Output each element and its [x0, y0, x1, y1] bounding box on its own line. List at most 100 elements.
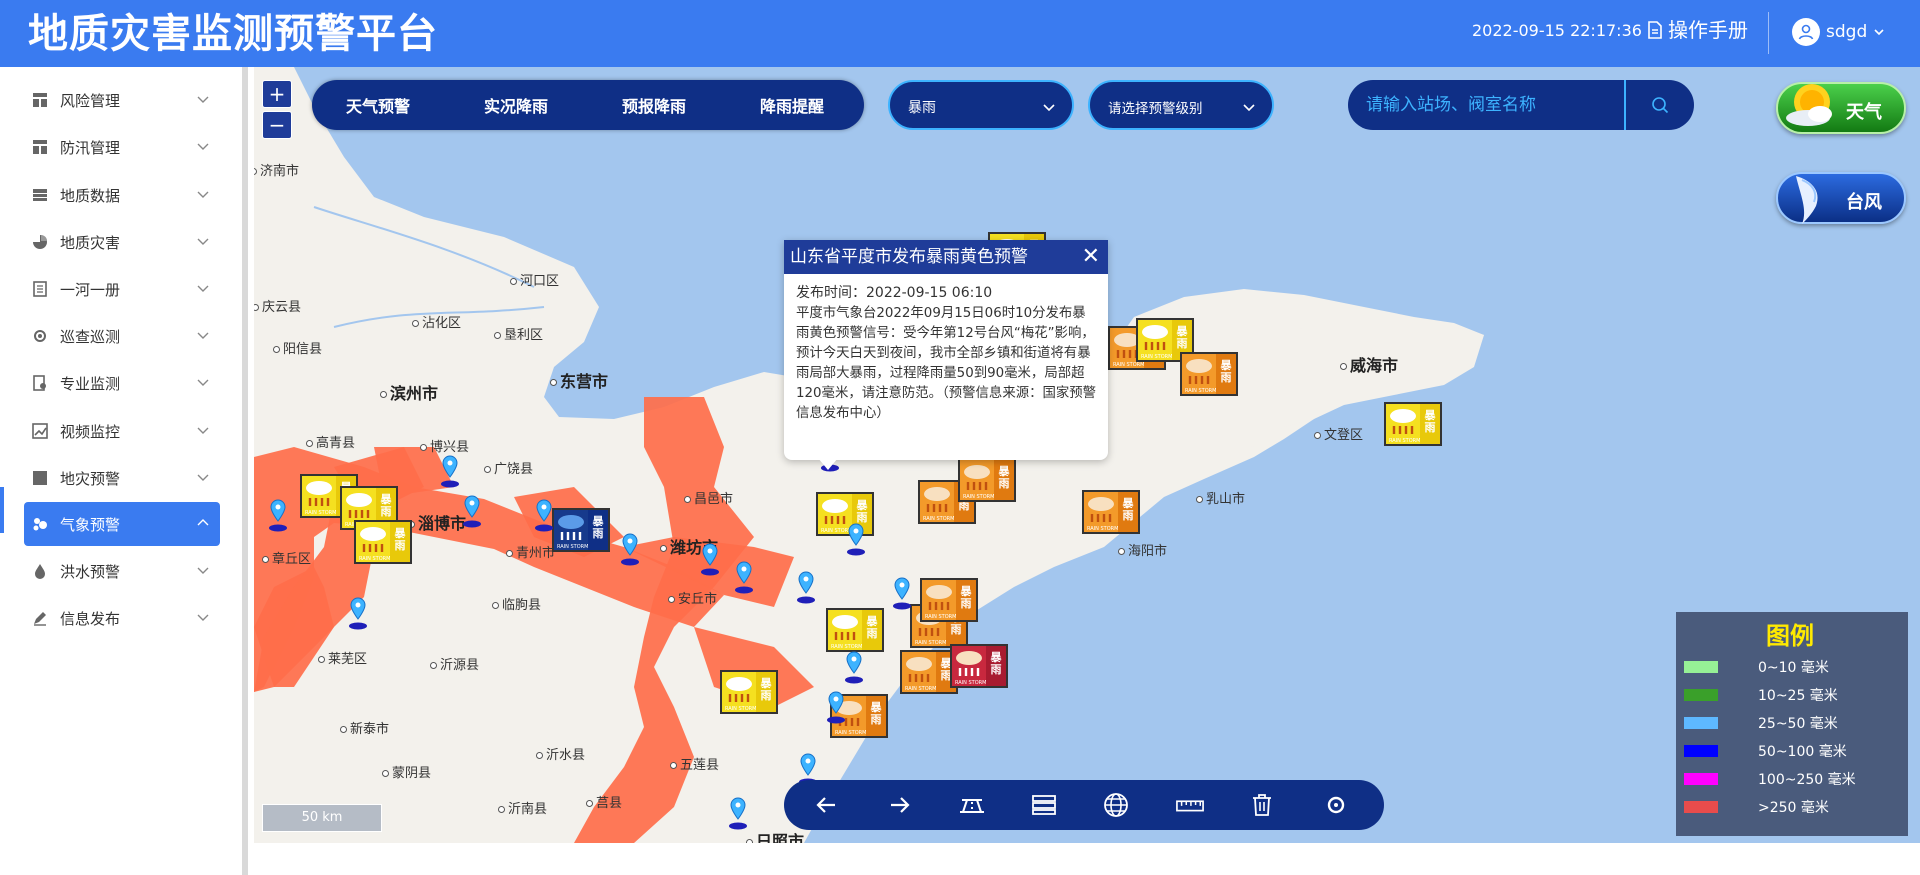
ruler-icon[interactable] [1176, 792, 1204, 818]
map-label-text: 威海市 [1350, 356, 1399, 375]
map-label: 垦利区 [494, 324, 543, 343]
city-dot-icon [340, 726, 347, 733]
tab-observed-rain[interactable]: 实况降雨 [484, 93, 548, 117]
current-datetime: 2022-09-15 22:17:36 [1472, 21, 1642, 40]
tab-weather-warning[interactable]: 天气预警 [346, 93, 410, 117]
sidebar-item-7[interactable]: 专业监测 [24, 361, 220, 405]
map-label: 莱芜区 [318, 648, 367, 667]
sidebar-item-11[interactable]: 洪水预警 [24, 549, 220, 593]
location-pin-icon[interactable] [796, 570, 816, 604]
sidebar-item-3[interactable]: 地质数据 [24, 173, 220, 217]
warning-type-select[interactable]: 暴雨 [888, 80, 1074, 130]
legend-label: 50~100 毫米 [1758, 744, 1847, 760]
chevron-down-icon [197, 332, 209, 339]
warning-level-placeholder: 请选择预警级别 [1108, 101, 1203, 117]
map-label-text: 阳信县 [283, 342, 323, 357]
warning-type-text: 暴雨 [1118, 492, 1138, 532]
svg-text:RAIN STORM: RAIN STORM [963, 494, 994, 500]
layers-icon[interactable] [1030, 792, 1058, 818]
svg-text:RAIN STORM: RAIN STORM [557, 544, 588, 550]
rainstorm-warning-icon[interactable]: RAIN STORM暴雨 [720, 670, 778, 714]
city-dot-icon [492, 602, 499, 609]
sidebar-item-label: 地灾预警 [60, 469, 121, 488]
sidebar-item-10[interactable]: 气象预警 [24, 502, 220, 546]
rainstorm-warning-icon[interactable]: RAIN STORM暴雨 [354, 520, 412, 564]
zoom-out-button[interactable]: − [262, 111, 292, 139]
rainstorm-warning-icon[interactable]: RAIN STORM暴雨 [1180, 352, 1238, 396]
map-label-text: 河口区 [520, 274, 560, 289]
map-label: 海阳市 [1118, 540, 1167, 559]
warning-level-select[interactable]: 请选择预警级别 [1088, 80, 1274, 130]
monitor-icon [32, 375, 48, 391]
typhoon-button[interactable]: 台风 [1776, 172, 1906, 224]
sidebar-item-1[interactable]: 风险管理 [24, 78, 220, 122]
map-label-text: 章丘区 [272, 552, 312, 567]
rainstorm-warning-icon[interactable]: RAIN STORM暴雨 [1384, 402, 1442, 446]
sidebar-item-label: 防汛管理 [60, 138, 121, 157]
map-label-text: 新泰市 [350, 722, 390, 737]
circle-icon[interactable] [1322, 792, 1350, 818]
map-label: 临朐县 [492, 594, 541, 613]
map-label-text: 莱芜区 [328, 652, 368, 667]
location-pin-icon[interactable] [728, 796, 748, 830]
location-pin-icon[interactable] [462, 494, 482, 528]
search-button[interactable] [1624, 80, 1694, 130]
manual-link[interactable]: 操作手册 [1648, 17, 1748, 43]
arrow-right-icon[interactable] [886, 792, 914, 818]
city-dot-icon [1118, 548, 1125, 555]
sidebar-item-2[interactable]: 防汛管理 [24, 125, 220, 169]
rainstorm-warning-icon[interactable]: RAIN STORM暴雨 [920, 578, 978, 622]
map-label: 章丘区 [262, 548, 311, 567]
sidebar-item-9[interactable]: 地灾预警 [24, 456, 220, 500]
sun-cloud-icon [1786, 84, 1832, 126]
rainstorm-warning-icon[interactable]: RAIN STORM暴雨 [826, 608, 884, 652]
sidebar-item-label: 风险管理 [60, 91, 121, 110]
sidebar-item-8[interactable]: 视频监控 [24, 409, 220, 453]
location-pin-icon[interactable] [892, 576, 912, 610]
pie-icon [32, 234, 48, 250]
map-label: 昌邑市 [684, 488, 733, 507]
weather-label: 天气 [1846, 102, 1882, 123]
map-label: 乳山市 [1196, 488, 1245, 507]
location-pin-icon[interactable] [846, 522, 866, 556]
warning-type-text: 暴雨 [756, 672, 776, 712]
tab-rain-reminder[interactable]: 降雨提醒 [760, 93, 824, 117]
zoom-in-button[interactable]: + [262, 80, 292, 108]
map-label-text: 沾化区 [422, 316, 462, 331]
close-icon[interactable]: ✕ [1082, 240, 1100, 274]
location-pin-icon[interactable] [844, 650, 864, 684]
sidebar-item-4[interactable]: 地质灾害 [24, 220, 220, 264]
location-pin-icon[interactable] [534, 498, 554, 532]
map-label: 莒县 [586, 792, 622, 811]
road-icon[interactable] [958, 792, 986, 818]
rainstorm-warning-icon[interactable]: RAIN STORM暴雨 [1082, 490, 1140, 534]
weather-button[interactable]: 天气 [1776, 82, 1906, 134]
location-pin-icon[interactable] [826, 690, 846, 724]
layout-icon [32, 92, 48, 108]
tab-forecast-rain[interactable]: 预报降雨 [622, 93, 686, 117]
sidebar-item-5[interactable]: 一河一册 [24, 267, 220, 311]
user-menu[interactable]: sdgd [1792, 18, 1885, 46]
rainstorm-warning-icon[interactable]: RAIN STORM暴雨 [950, 644, 1008, 688]
legend-swatch [1684, 717, 1718, 729]
location-pin-icon[interactable] [734, 560, 754, 594]
location-pin-icon[interactable] [700, 542, 720, 576]
active-indicator [0, 487, 4, 533]
location-pin-icon[interactable] [440, 454, 460, 488]
arrow-left-icon[interactable] [812, 792, 840, 818]
city-dot-icon [430, 662, 437, 669]
sidebar-item-6[interactable]: 巡查巡测 [24, 314, 220, 358]
sidebar-item-12[interactable]: 信息发布 [24, 596, 220, 640]
location-pin-icon[interactable] [348, 596, 368, 630]
search-input[interactable] [1366, 92, 1628, 118]
map-label-text: 日照市 [756, 832, 805, 843]
map-label: 沂源县 [430, 654, 479, 673]
globe-icon[interactable] [1102, 792, 1130, 818]
warning-type-text: 暴雨 [1420, 404, 1440, 444]
trash-icon[interactable] [1248, 792, 1276, 818]
location-pin-icon[interactable] [268, 498, 288, 532]
location-pin-icon[interactable] [620, 532, 640, 566]
city-dot-icon [498, 806, 505, 813]
rainstorm-warning-icon[interactable]: RAIN STORM暴雨 [958, 458, 1016, 502]
rainstorm-warning-icon[interactable]: RAIN STORM暴雨 [552, 508, 610, 552]
